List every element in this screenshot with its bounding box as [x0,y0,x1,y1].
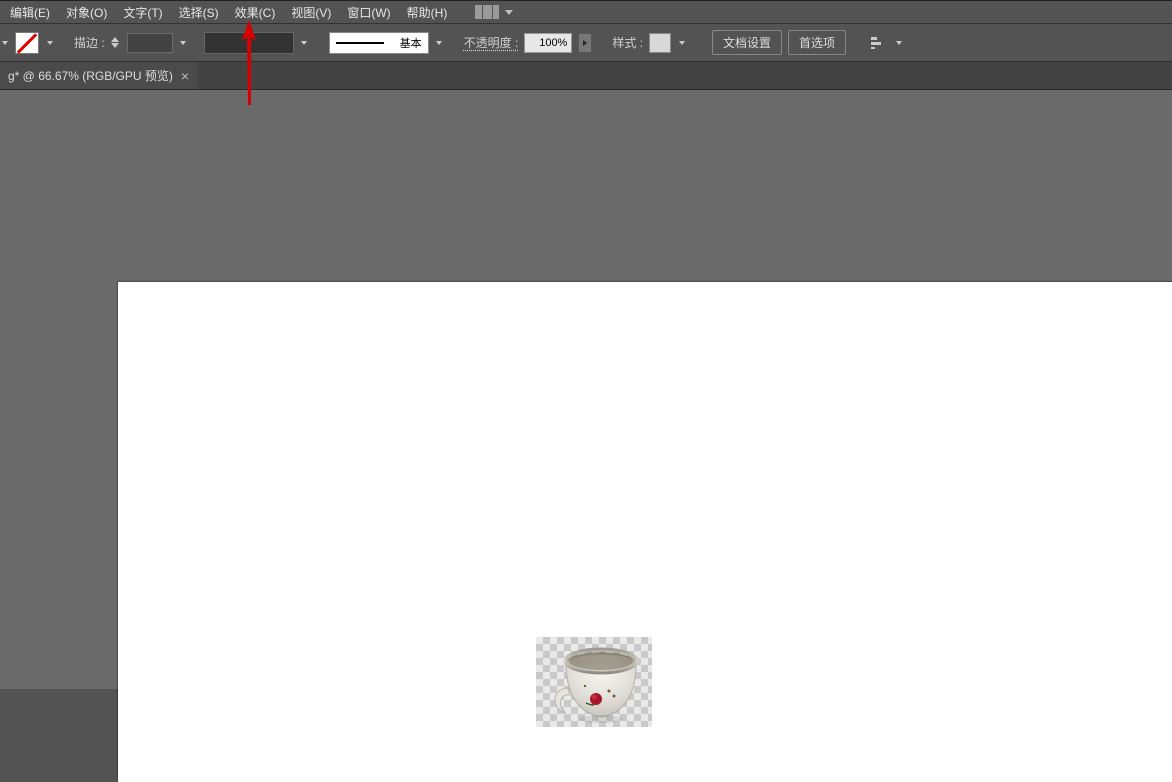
stroke-width-dropdown[interactable] [179,36,188,50]
stroke-label: 描边 : [74,34,105,51]
document-tab[interactable]: g* @ 66.67% (RGB/GPU 预览) × [0,62,197,89]
options-bar: 描边 : 基本 不透明度 : 样式 : 文档设置 首选项 [0,24,1172,62]
stroke-width-stepper[interactable] [111,37,121,48]
chevron-down-icon [505,10,513,15]
layout-icon [475,5,499,19]
align-dropdown[interactable] [894,36,903,50]
menu-select[interactable]: 选择(S) [171,1,227,24]
nofill-dropdown[interactable] [45,36,54,50]
stroke-width-input[interactable] [127,33,173,53]
menu-type[interactable]: 文字(T) [115,1,170,24]
stroke-profile-select[interactable]: 基本 [329,32,429,54]
menu-object[interactable]: 对象(O) [58,1,115,24]
align-icon[interactable] [868,33,888,53]
prefs-button[interactable]: 首选项 [788,30,846,55]
document-tabs: g* @ 66.67% (RGB/GPU 预览) × [0,62,1172,90]
style-swatch[interactable] [649,33,671,53]
style-dropdown[interactable] [677,36,686,50]
stroke-color-dropdown[interactable] [300,36,309,50]
tab-label: g* @ 66.67% (RGB/GPU 预览) [8,67,173,84]
menu-bar: 编辑(E) 对象(O) 文字(T) 选择(S) 效果(C) 视图(V) 窗口(W… [0,0,1172,24]
menu-help[interactable]: 帮助(H) [399,1,456,24]
menu-window[interactable]: 窗口(W) [339,1,398,24]
menu-effect[interactable]: 效果(C) [227,1,284,24]
workspace-viewport[interactable] [0,90,1172,689]
cup-image[interactable] [536,633,656,729]
menu-edit[interactable]: 编辑(E) [2,1,58,24]
style-label: 样式 : [612,34,643,51]
no-fill-swatch[interactable] [15,32,39,54]
close-icon[interactable]: × [181,68,189,84]
stroke-color-swatch[interactable] [204,32,294,54]
fill-dropdown[interactable] [0,36,9,50]
opacity-label[interactable]: 不透明度 : [464,34,519,51]
workspace-switcher[interactable] [475,5,513,19]
stroke-profile-dropdown[interactable] [435,36,444,50]
doc-setup-button[interactable]: 文档设置 [712,30,782,55]
menu-view[interactable]: 视图(V) [283,1,339,24]
opacity-slider-toggle[interactable] [578,33,592,53]
opacity-input[interactable] [524,33,572,53]
